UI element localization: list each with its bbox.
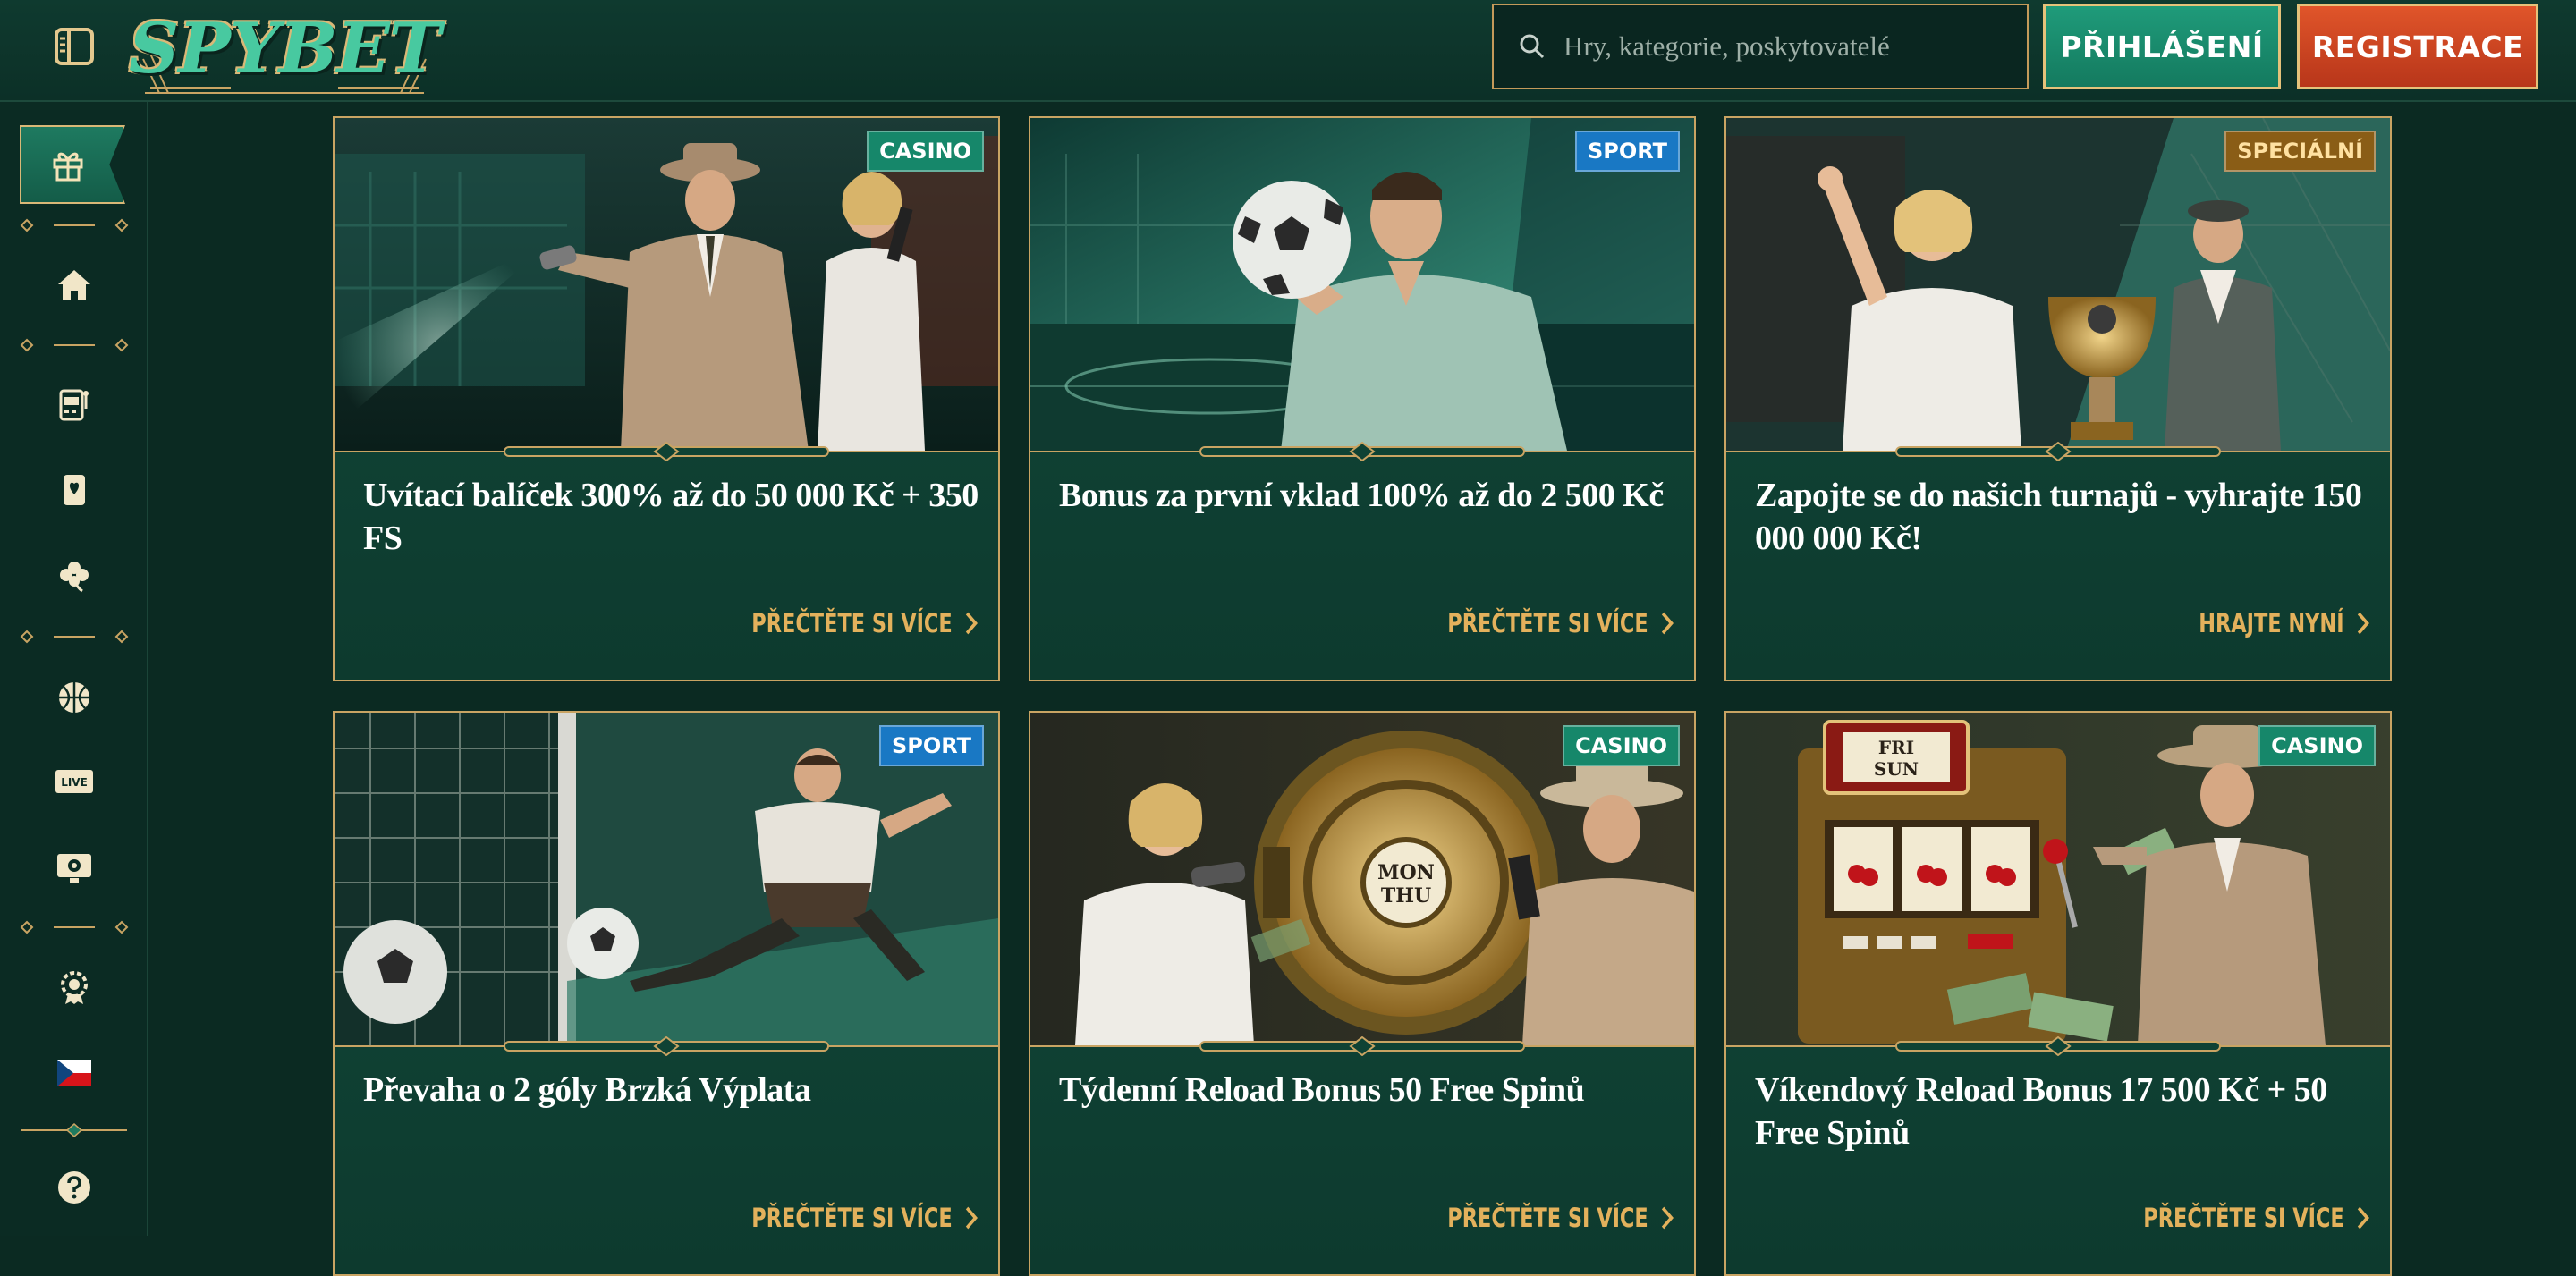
vault-dial-text-top: MON — [1377, 861, 1435, 884]
basketball-icon — [59, 682, 89, 713]
slot-sign-text-top: FRI — [1878, 737, 1914, 758]
vault-dial-text-bottom: THU — [1381, 884, 1431, 908]
sidebar-divider-active — [21, 1123, 127, 1137]
live-icon: LIVE — [55, 770, 93, 793]
sidebar-toggle-button[interactable] — [50, 23, 98, 70]
promo-title: Uvítací balíček 300% až do 50 000 Kč + 3… — [363, 477, 979, 557]
card-separator — [335, 442, 998, 461]
register-button[interactable]: REGISTRACE — [2297, 4, 2538, 89]
category-badge: CASINO — [1563, 725, 1680, 766]
chevron-right-icon — [965, 1206, 978, 1230]
promo-title: Převaha o 2 góly Brzká Výplata — [363, 1071, 811, 1109]
promo-cta-link[interactable]: PŘEČTĚTE SI VÍCE — [1447, 608, 1674, 638]
sidebar-item-loyalty[interactable] — [45, 960, 104, 1014]
promo-image-soccer-kick: SPORT — [335, 713, 998, 1045]
promo-cta-link[interactable]: HRAJTE NYNÍ — [2199, 608, 2370, 638]
sidebar-divider — [20, 338, 129, 352]
promo-image-slot-machine: FRI SUN CASINO — [1726, 713, 2390, 1045]
sidebar-divider — [20, 920, 129, 934]
sidebar: LIVE — [0, 102, 148, 1236]
category-badge: CASINO — [2258, 725, 2376, 766]
promo-card[interactable]: SPORT Převaha o 2 góly Brzká Výplata PŘE… — [333, 711, 1000, 1276]
award-badge-icon — [61, 971, 88, 1004]
slot-sign-text-bottom: SUN — [1874, 758, 1919, 780]
card-separator — [1726, 442, 2390, 461]
logo-text: SPYBET — [128, 7, 441, 89]
category-badge: SPORT — [878, 725, 984, 766]
clover-icon — [60, 562, 89, 593]
promo-cta-label: PŘEČTĚTE SI VÍCE — [2143, 1203, 2344, 1233]
sidebar-item-live[interactable]: LIVE — [45, 755, 104, 808]
spybet-logo[interactable]: SPYBET — [129, 5, 441, 94]
sidebar-item-lucky[interactable] — [45, 549, 104, 603]
promo-cta-label: HRAJTE NYNÍ — [2199, 608, 2344, 638]
promo-title: Zapojte se do našich turnajů - vyhrajte … — [1755, 477, 2362, 557]
chevron-right-icon — [2357, 612, 2369, 635]
sidebar-toggle-icon — [55, 28, 94, 65]
login-button[interactable]: PŘIHLÁŠENÍ — [2043, 4, 2281, 89]
promo-card[interactable]: FRI SUN CASINO Víkendový Reload Bonus 17… — [1724, 711, 2392, 1276]
screen-ball-icon — [57, 854, 91, 883]
promo-cta-label: PŘEČTĚTE SI VÍCE — [1447, 608, 1648, 638]
czech-flag-icon — [57, 1060, 91, 1086]
live-icon-label: LIVE — [61, 776, 88, 789]
sidebar-item-help[interactable] — [45, 1161, 104, 1214]
sidebar-item-sport[interactable] — [45, 671, 104, 724]
promo-cta-label: PŘEČTĚTE SI VÍCE — [751, 608, 953, 638]
sidebar-item-promotions[interactable] — [20, 125, 125, 204]
sidebar-item-home[interactable] — [45, 258, 104, 312]
promo-cta-link[interactable]: PŘEČTĚTE SI VÍCE — [1447, 1203, 1674, 1233]
promo-image-tournament-trophy: SPECIÁLNÍ — [1726, 118, 2390, 451]
sidebar-item-slots[interactable] — [45, 377, 104, 431]
promo-card[interactable]: SPECIÁLNÍ Zapojte se do našich turnajů -… — [1724, 116, 2392, 681]
promo-cta-link[interactable]: PŘEČTĚTE SI VÍCE — [2143, 1203, 2370, 1233]
card-separator — [1726, 1036, 2390, 1056]
card-separator — [1030, 1036, 1694, 1056]
top-header: SPYBET PŘIHLÁŠENÍ REGISTRACE — [0, 0, 2576, 102]
promo-image-detectives-flashlight: CASINO — [335, 118, 998, 451]
search-box[interactable] — [1492, 4, 2029, 89]
promo-cta-link[interactable]: PŘEČTĚTE SI VÍCE — [751, 608, 979, 638]
home-icon — [58, 270, 90, 300]
chevron-right-icon — [2357, 1206, 2369, 1230]
promo-title: Týdenní Reload Bonus 50 Free Spinů — [1059, 1071, 1585, 1109]
chevron-right-icon — [1661, 1206, 1674, 1230]
promo-card[interactable]: MON THU CASINO Týdenní Reload Bonus 50 F… — [1029, 711, 1696, 1276]
category-badge: CASINO — [867, 131, 984, 172]
category-badge: SPECIÁLNÍ — [2224, 131, 2376, 172]
promo-title: Bonus za první vklad 100% až do 2 500 Kč — [1059, 477, 1664, 514]
playing-card-icon — [64, 475, 85, 505]
help-icon — [58, 1171, 90, 1204]
chevron-right-icon — [1661, 612, 1674, 635]
search-icon — [1520, 34, 1545, 59]
chevron-right-icon — [965, 612, 978, 635]
promo-card[interactable]: CASINO Uvítací balíček 300% až do 50 000… — [333, 116, 1000, 681]
sidebar-item-virtual-sport[interactable] — [45, 841, 104, 894]
promo-cta-label: PŘEČTĚTE SI VÍCE — [1447, 1203, 1648, 1233]
promo-cta-label: PŘEČTĚTE SI VÍCE — [751, 1203, 953, 1233]
card-separator — [335, 1036, 998, 1056]
sidebar-divider — [20, 218, 129, 232]
promo-image-vault: MON THU CASINO — [1030, 713, 1694, 1045]
promo-image-football-man: SPORT — [1030, 118, 1694, 451]
slot-machine-icon — [59, 389, 89, 421]
sidebar-item-card-games[interactable] — [45, 463, 104, 517]
promo-title: Víkendový Reload Bonus 17 500 Kč + 50 Fr… — [1755, 1071, 2327, 1152]
promo-card[interactable]: SPORT Bonus za první vklad 100% až do 2 … — [1029, 116, 1696, 681]
sidebar-divider — [20, 630, 129, 644]
sidebar-item-language[interactable] — [45, 1046, 104, 1100]
gift-icon — [53, 152, 83, 182]
card-separator — [1030, 442, 1694, 461]
promo-cta-link[interactable]: PŘEČTĚTE SI VÍCE — [751, 1203, 979, 1233]
search-input[interactable] — [1562, 30, 2012, 63]
category-badge: SPORT — [1574, 131, 1680, 172]
